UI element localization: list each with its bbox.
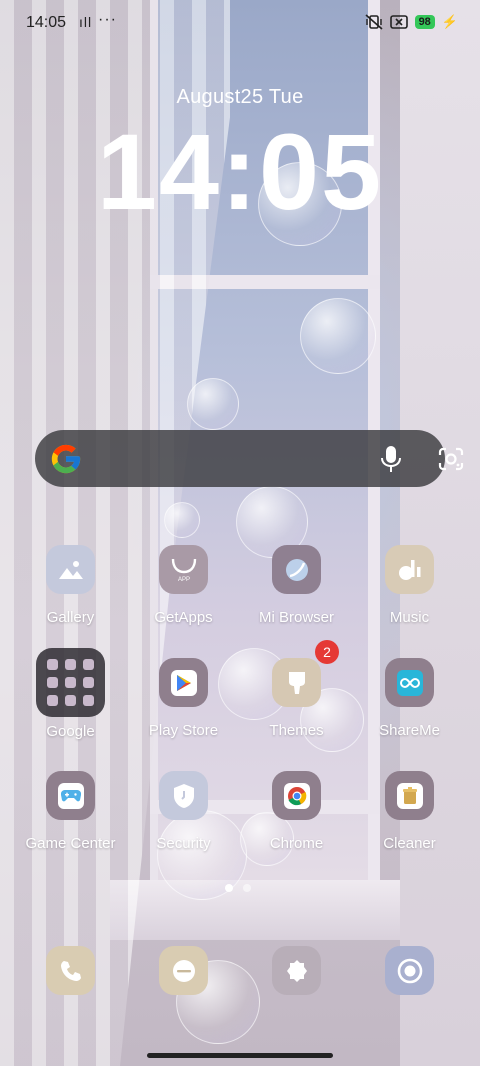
status-bar: 14:05 ıll ··· 98 ⚡	[0, 0, 480, 46]
app-shareme[interactable]: ShareMe	[353, 653, 466, 739]
widget-clock[interactable]: 14:05	[0, 118, 480, 226]
app-label: Music	[389, 609, 430, 626]
page-indicator[interactable]	[225, 884, 251, 892]
no-sim-icon	[389, 15, 408, 29]
game-center-icon	[46, 771, 95, 820]
app-label: GetApps	[154, 609, 213, 626]
app-google-folder[interactable]: Google	[14, 648, 127, 740]
svg-text:APP: APP	[177, 577, 189, 583]
wallpaper-bubble	[164, 502, 200, 538]
vibrate-mute-icon	[365, 14, 383, 30]
app-game-center[interactable]: Game Center	[14, 766, 127, 852]
app-label: Mi Browser	[258, 609, 334, 626]
more-notifications-icon: ···	[98, 11, 117, 28]
wallpaper-bubble	[187, 378, 239, 430]
app-label: Cleaner	[383, 835, 436, 852]
status-time: 14:05	[26, 14, 67, 31]
messages-icon[interactable]	[159, 946, 208, 995]
play-store-icon	[159, 658, 208, 707]
app-play-store[interactable]: Play Store	[127, 653, 240, 739]
page-dot[interactable]	[243, 884, 251, 892]
gesture-home-bar[interactable]	[147, 1053, 333, 1058]
app-label: Security	[156, 835, 211, 852]
app-label: Gallery	[46, 609, 95, 626]
app-label: Chrome	[269, 835, 324, 852]
app-label: Game Center	[25, 835, 116, 852]
camera-icon[interactable]	[385, 946, 434, 995]
app-mi-browser[interactable]: Mi Browser	[240, 540, 353, 626]
widget-date[interactable]: August25 Tue	[0, 86, 480, 109]
signal-icon: ıll	[79, 14, 93, 30]
app-security[interactable]: Security	[127, 766, 240, 852]
app-chrome[interactable]: Chrome	[240, 766, 353, 852]
notification-badge: 2	[315, 640, 339, 664]
app-cleaner[interactable]: Cleaner	[353, 766, 466, 852]
app-label: Play Store	[148, 722, 219, 739]
app-getapps[interactable]: APP GetApps	[127, 540, 240, 626]
browser-icon	[272, 545, 321, 594]
charging-bolt-icon: ⚡	[441, 14, 458, 29]
cleaner-icon	[385, 771, 434, 820]
app-music[interactable]: Music	[353, 540, 466, 626]
app-label: Themes	[269, 722, 324, 739]
music-icon	[385, 545, 434, 594]
google-lens-icon[interactable]	[438, 447, 464, 471]
battery-indicator: 98	[414, 15, 435, 29]
google-g-icon[interactable]	[49, 442, 83, 476]
shareme-icon	[385, 658, 434, 707]
page-dot-active[interactable]	[225, 884, 233, 892]
phone-icon[interactable]	[46, 946, 95, 995]
google-search-bar[interactable]	[35, 430, 464, 487]
app-themes[interactable]: Themes	[240, 653, 353, 739]
settings-icon[interactable]	[272, 946, 321, 995]
microphone-icon[interactable]	[379, 445, 403, 473]
app-gallery[interactable]: Gallery	[14, 540, 127, 626]
getapps-icon: APP	[159, 545, 208, 594]
security-icon	[159, 771, 208, 820]
wallpaper-bubble	[300, 298, 376, 374]
gallery-icon	[46, 545, 95, 594]
chrome-icon	[272, 771, 321, 820]
folder-icon	[36, 648, 105, 717]
app-label: ShareMe	[379, 722, 440, 739]
app-label: Google	[46, 723, 95, 740]
themes-icon	[272, 658, 321, 707]
